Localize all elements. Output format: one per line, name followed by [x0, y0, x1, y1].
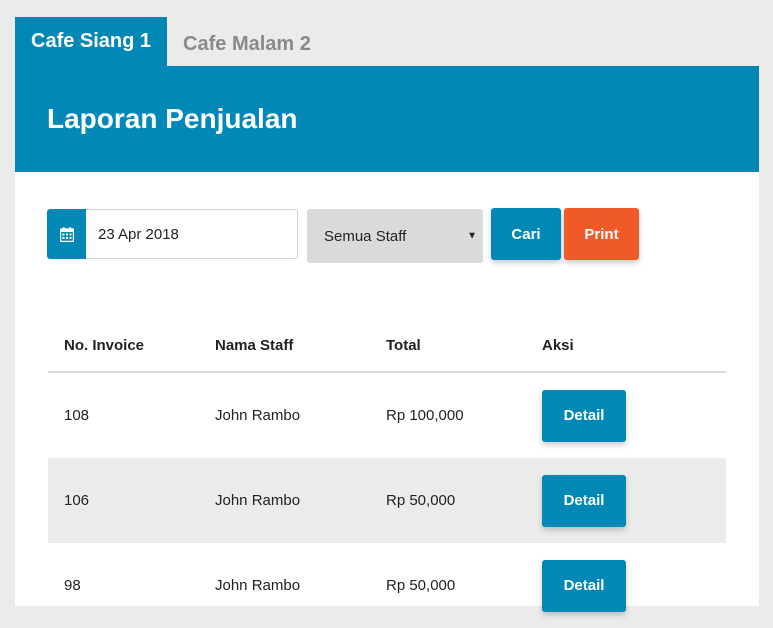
column-header-invoice: No. Invoice [64, 337, 145, 354]
staff-cell: John Rambo [215, 577, 301, 594]
filter-bar: Semua Staff ▼ Cari Print [47, 205, 639, 263]
column-header-staff: Nama Staff [215, 337, 294, 354]
action-cell: Detail [542, 389, 726, 442]
chevron-down-icon: ▼ [467, 230, 477, 242]
total-cell: Rp 100,000 [386, 407, 464, 424]
staff-select[interactable]: Semua Staff ▼ [307, 209, 483, 263]
date-input[interactable] [86, 209, 298, 259]
table-row: 108 John Rambo Rp 100,000 Detail [48, 373, 726, 458]
detail-button[interactable]: Detail [542, 474, 626, 527]
total-cell: Rp 50,000 [386, 492, 456, 509]
panel-header: Laporan Penjualan [15, 66, 759, 172]
table-row: 106 John Rambo Rp 50,000 Detail [48, 458, 726, 543]
tab-bar: Cafe Siang 1 Cafe Malam 2 [15, 17, 327, 66]
staff-cell: John Rambo [215, 492, 301, 509]
total-cell: Rp 50,000 [386, 577, 456, 594]
table-header: No. Invoice Nama Staff Total Aksi [48, 320, 726, 373]
detail-button[interactable]: Detail [542, 559, 626, 612]
sales-table: No. Invoice Nama Staff Total Aksi 108 Jo… [48, 320, 726, 628]
date-picker[interactable] [47, 209, 298, 259]
tab-cafe-siang-1[interactable]: Cafe Siang 1 [15, 17, 168, 66]
staff-select-value: Semua Staff [324, 227, 407, 245]
invoice-cell: 98 [64, 577, 81, 594]
calendar-icon[interactable] [47, 209, 86, 259]
invoice-cell: 106 [64, 492, 90, 509]
column-header-action: Aksi [542, 337, 574, 354]
table-row: 98 John Rambo Rp 50,000 Detail [48, 543, 726, 628]
tab-cafe-malam-2[interactable]: Cafe Malam 2 [167, 17, 327, 66]
search-button[interactable]: Cari [491, 208, 561, 260]
invoice-cell: 108 [64, 407, 90, 424]
page-title: Laporan Penjualan [47, 103, 298, 134]
report-panel: Laporan Penjualan Semu [15, 66, 759, 612]
print-button[interactable]: Print [564, 208, 639, 260]
column-header-total: Total [386, 337, 421, 354]
staff-cell: John Rambo [215, 407, 301, 424]
action-cell: Detail [542, 559, 726, 612]
action-cell: Detail [542, 474, 726, 527]
detail-button[interactable]: Detail [542, 389, 626, 442]
